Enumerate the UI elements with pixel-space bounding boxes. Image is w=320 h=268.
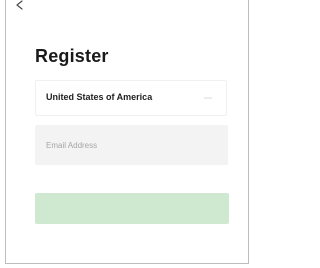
- email-field-container: [35, 125, 228, 165]
- chevron-down-icon: [204, 97, 212, 99]
- country-select[interactable]: United States of America: [35, 80, 227, 116]
- country-select-value: United States of America: [46, 92, 153, 102]
- page-title: Register: [35, 46, 109, 66]
- chevron-left-icon: [13, 0, 27, 12]
- back-button[interactable]: [13, 0, 27, 12]
- submit-button[interactable]: [35, 193, 229, 224]
- email-field[interactable]: [35, 125, 228, 165]
